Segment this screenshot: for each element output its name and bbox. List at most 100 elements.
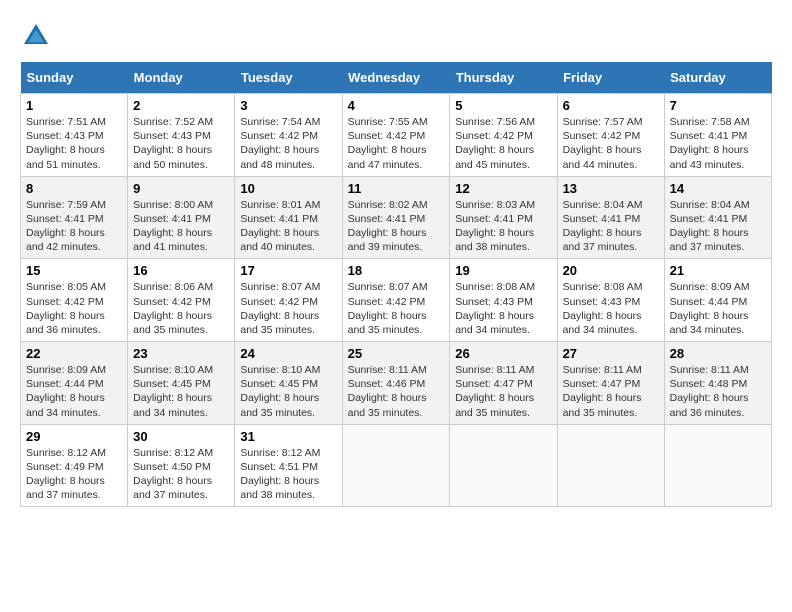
header-cell: Monday <box>128 62 235 94</box>
day-number: 9 <box>133 181 229 196</box>
calendar-header: SundayMondayTuesdayWednesdayThursdayFrid… <box>21 62 772 94</box>
day-info: Sunrise: 8:09 AM Sunset: 4:44 PM Dayligh… <box>26 363 122 420</box>
calendar-cell <box>664 424 771 507</box>
day-number: 24 <box>240 346 336 361</box>
day-info: Sunrise: 8:12 AM Sunset: 4:51 PM Dayligh… <box>240 446 336 503</box>
calendar-cell: 16 Sunrise: 8:06 AM Sunset: 4:42 PM Dayl… <box>128 259 235 342</box>
header-cell: Wednesday <box>342 62 450 94</box>
day-info: Sunrise: 8:07 AM Sunset: 4:42 PM Dayligh… <box>348 280 445 337</box>
calendar: SundayMondayTuesdayWednesdayThursdayFrid… <box>20 62 772 507</box>
day-number: 15 <box>26 263 122 278</box>
calendar-cell: 6 Sunrise: 7:57 AM Sunset: 4:42 PM Dayli… <box>557 94 664 177</box>
day-number: 10 <box>240 181 336 196</box>
day-info: Sunrise: 8:11 AM Sunset: 4:47 PM Dayligh… <box>455 363 551 420</box>
calendar-cell: 5 Sunrise: 7:56 AM Sunset: 4:42 PM Dayli… <box>450 94 557 177</box>
day-info: Sunrise: 8:08 AM Sunset: 4:43 PM Dayligh… <box>455 280 551 337</box>
day-number: 19 <box>455 263 551 278</box>
day-info: Sunrise: 7:57 AM Sunset: 4:42 PM Dayligh… <box>563 115 659 172</box>
day-info: Sunrise: 8:01 AM Sunset: 4:41 PM Dayligh… <box>240 198 336 255</box>
day-info: Sunrise: 8:11 AM Sunset: 4:48 PM Dayligh… <box>670 363 766 420</box>
day-number: 3 <box>240 98 336 113</box>
calendar-week-row: 29 Sunrise: 8:12 AM Sunset: 4:49 PM Dayl… <box>21 424 772 507</box>
calendar-cell: 13 Sunrise: 8:04 AM Sunset: 4:41 PM Dayl… <box>557 176 664 259</box>
day-number: 8 <box>26 181 122 196</box>
calendar-cell <box>342 424 450 507</box>
day-info: Sunrise: 7:59 AM Sunset: 4:41 PM Dayligh… <box>26 198 122 255</box>
day-info: Sunrise: 8:11 AM Sunset: 4:47 PM Dayligh… <box>563 363 659 420</box>
calendar-cell: 11 Sunrise: 8:02 AM Sunset: 4:41 PM Dayl… <box>342 176 450 259</box>
day-number: 17 <box>240 263 336 278</box>
day-number: 27 <box>563 346 659 361</box>
day-info: Sunrise: 8:04 AM Sunset: 4:41 PM Dayligh… <box>670 198 766 255</box>
day-number: 31 <box>240 429 336 444</box>
calendar-cell: 1 Sunrise: 7:51 AM Sunset: 4:43 PM Dayli… <box>21 94 128 177</box>
header <box>20 20 772 52</box>
page-container: SundayMondayTuesdayWednesdayThursdayFrid… <box>20 20 772 507</box>
calendar-cell: 2 Sunrise: 7:52 AM Sunset: 4:43 PM Dayli… <box>128 94 235 177</box>
day-info: Sunrise: 7:55 AM Sunset: 4:42 PM Dayligh… <box>348 115 445 172</box>
calendar-cell: 9 Sunrise: 8:00 AM Sunset: 4:41 PM Dayli… <box>128 176 235 259</box>
calendar-cell: 18 Sunrise: 8:07 AM Sunset: 4:42 PM Dayl… <box>342 259 450 342</box>
day-info: Sunrise: 8:11 AM Sunset: 4:46 PM Dayligh… <box>348 363 445 420</box>
header-cell: Sunday <box>21 62 128 94</box>
calendar-cell: 14 Sunrise: 8:04 AM Sunset: 4:41 PM Dayl… <box>664 176 771 259</box>
day-info: Sunrise: 8:07 AM Sunset: 4:42 PM Dayligh… <box>240 280 336 337</box>
calendar-cell: 10 Sunrise: 8:01 AM Sunset: 4:41 PM Dayl… <box>235 176 342 259</box>
day-number: 29 <box>26 429 122 444</box>
header-cell: Tuesday <box>235 62 342 94</box>
calendar-cell: 19 Sunrise: 8:08 AM Sunset: 4:43 PM Dayl… <box>450 259 557 342</box>
day-number: 21 <box>670 263 766 278</box>
day-info: Sunrise: 7:56 AM Sunset: 4:42 PM Dayligh… <box>455 115 551 172</box>
day-info: Sunrise: 8:04 AM Sunset: 4:41 PM Dayligh… <box>563 198 659 255</box>
day-info: Sunrise: 8:12 AM Sunset: 4:49 PM Dayligh… <box>26 446 122 503</box>
calendar-cell: 30 Sunrise: 8:12 AM Sunset: 4:50 PM Dayl… <box>128 424 235 507</box>
day-number: 5 <box>455 98 551 113</box>
calendar-cell: 28 Sunrise: 8:11 AM Sunset: 4:48 PM Dayl… <box>664 342 771 425</box>
day-info: Sunrise: 7:58 AM Sunset: 4:41 PM Dayligh… <box>670 115 766 172</box>
day-info: Sunrise: 7:54 AM Sunset: 4:42 PM Dayligh… <box>240 115 336 172</box>
header-cell: Friday <box>557 62 664 94</box>
calendar-cell: 3 Sunrise: 7:54 AM Sunset: 4:42 PM Dayli… <box>235 94 342 177</box>
calendar-week-row: 1 Sunrise: 7:51 AM Sunset: 4:43 PM Dayli… <box>21 94 772 177</box>
day-info: Sunrise: 8:08 AM Sunset: 4:43 PM Dayligh… <box>563 280 659 337</box>
day-number: 30 <box>133 429 229 444</box>
day-number: 22 <box>26 346 122 361</box>
header-cell: Saturday <box>664 62 771 94</box>
day-number: 14 <box>670 181 766 196</box>
calendar-cell: 17 Sunrise: 8:07 AM Sunset: 4:42 PM Dayl… <box>235 259 342 342</box>
calendar-cell: 20 Sunrise: 8:08 AM Sunset: 4:43 PM Dayl… <box>557 259 664 342</box>
day-info: Sunrise: 8:05 AM Sunset: 4:42 PM Dayligh… <box>26 280 122 337</box>
calendar-cell: 12 Sunrise: 8:03 AM Sunset: 4:41 PM Dayl… <box>450 176 557 259</box>
calendar-cell: 26 Sunrise: 8:11 AM Sunset: 4:47 PM Dayl… <box>450 342 557 425</box>
day-info: Sunrise: 8:12 AM Sunset: 4:50 PM Dayligh… <box>133 446 229 503</box>
day-number: 23 <box>133 346 229 361</box>
day-info: Sunrise: 8:06 AM Sunset: 4:42 PM Dayligh… <box>133 280 229 337</box>
day-info: Sunrise: 7:52 AM Sunset: 4:43 PM Dayligh… <box>133 115 229 172</box>
day-info: Sunrise: 8:10 AM Sunset: 4:45 PM Dayligh… <box>240 363 336 420</box>
day-number: 6 <box>563 98 659 113</box>
calendar-cell: 29 Sunrise: 8:12 AM Sunset: 4:49 PM Dayl… <box>21 424 128 507</box>
calendar-week-row: 22 Sunrise: 8:09 AM Sunset: 4:44 PM Dayl… <box>21 342 772 425</box>
day-info: Sunrise: 8:00 AM Sunset: 4:41 PM Dayligh… <box>133 198 229 255</box>
logo <box>20 20 56 52</box>
calendar-body: 1 Sunrise: 7:51 AM Sunset: 4:43 PM Dayli… <box>21 94 772 507</box>
calendar-cell: 23 Sunrise: 8:10 AM Sunset: 4:45 PM Dayl… <box>128 342 235 425</box>
day-number: 16 <box>133 263 229 278</box>
calendar-cell: 4 Sunrise: 7:55 AM Sunset: 4:42 PM Dayli… <box>342 94 450 177</box>
day-info: Sunrise: 8:02 AM Sunset: 4:41 PM Dayligh… <box>348 198 445 255</box>
day-number: 20 <box>563 263 659 278</box>
calendar-cell: 21 Sunrise: 8:09 AM Sunset: 4:44 PM Dayl… <box>664 259 771 342</box>
calendar-cell: 25 Sunrise: 8:11 AM Sunset: 4:46 PM Dayl… <box>342 342 450 425</box>
calendar-week-row: 8 Sunrise: 7:59 AM Sunset: 4:41 PM Dayli… <box>21 176 772 259</box>
day-number: 12 <box>455 181 551 196</box>
calendar-cell: 24 Sunrise: 8:10 AM Sunset: 4:45 PM Dayl… <box>235 342 342 425</box>
calendar-cell: 15 Sunrise: 8:05 AM Sunset: 4:42 PM Dayl… <box>21 259 128 342</box>
day-number: 28 <box>670 346 766 361</box>
logo-icon <box>20 20 52 52</box>
day-number: 7 <box>670 98 766 113</box>
day-number: 2 <box>133 98 229 113</box>
day-number: 18 <box>348 263 445 278</box>
day-number: 1 <box>26 98 122 113</box>
calendar-week-row: 15 Sunrise: 8:05 AM Sunset: 4:42 PM Dayl… <box>21 259 772 342</box>
header-cell: Thursday <box>450 62 557 94</box>
